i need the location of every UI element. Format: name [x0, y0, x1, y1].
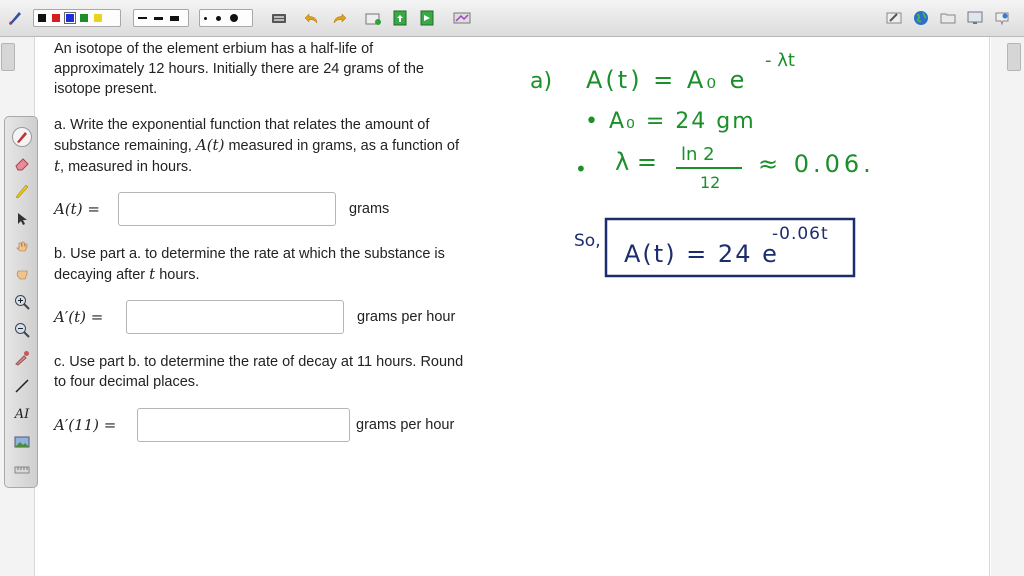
color-blue-swatch[interactable]: [64, 12, 76, 24]
part-a-prompt-text-2: measured in grams, as a function of: [228, 138, 459, 154]
eyedropper-icon[interactable]: [13, 349, 31, 367]
thick-line-option[interactable]: [170, 15, 179, 21]
hand-icon[interactable]: [13, 238, 31, 256]
color-picker-group: [33, 9, 121, 27]
question-intro: An isotope of the element erbium has a h…: [54, 41, 424, 97]
export-page-icon[interactable]: [419, 10, 435, 26]
highlighter-mode-icon[interactable]: [886, 10, 902, 26]
part-b-answer-row: A′(t) = grams per hour: [54, 300, 455, 334]
pen-tool-icon[interactable]: [6, 9, 24, 27]
left-page-scroll-tab[interactable]: [1, 43, 15, 71]
text-tool-icon[interactable]: AI: [13, 405, 31, 423]
part-a-function-variable: A(t): [195, 136, 225, 154]
part-a-answer-input[interactable]: [118, 192, 336, 226]
part-c-answer-row: A′(11) = grams per hour: [54, 408, 454, 442]
pointer-icon[interactable]: [13, 210, 31, 228]
small-dot-option[interactable]: [204, 16, 207, 20]
screen-icon[interactable]: [967, 10, 983, 26]
right-gutter: [991, 37, 1024, 576]
part-a-prompt-text-3: , measured in hours.: [60, 159, 193, 175]
keyboard-icon[interactable]: [271, 10, 287, 26]
web-icon[interactable]: [913, 10, 929, 26]
new-page-icon[interactable]: [365, 10, 381, 26]
color-green-swatch[interactable]: [80, 14, 88, 22]
color-yellow-swatch[interactable]: [94, 14, 102, 22]
part-a-unit: grams: [349, 201, 390, 217]
highlighter-icon[interactable]: [13, 182, 31, 200]
pen-icon[interactable]: [12, 127, 32, 147]
folder-icon[interactable]: [940, 10, 956, 26]
tool-palette: AI: [4, 116, 38, 488]
ruler-icon[interactable]: [13, 461, 31, 479]
undo-icon[interactable]: [304, 10, 320, 26]
line-width-group: [133, 9, 189, 27]
grab-icon[interactable]: [13, 265, 31, 283]
redo-icon[interactable]: [331, 10, 347, 26]
zoom-out-icon[interactable]: [13, 321, 31, 339]
part-b-unit: grams per hour: [357, 309, 456, 325]
right-page-scroll-tab[interactable]: [1007, 43, 1021, 71]
part-b-t-variable: t: [149, 265, 156, 283]
top-toolbar: [0, 0, 1024, 37]
part-b-prompt-text-2: hours.: [159, 267, 200, 283]
large-dot-option[interactable]: [230, 14, 238, 22]
part-b-answer-input[interactable]: [126, 300, 344, 334]
part-c-prompt: c. Use part b. to determine the rate of …: [54, 354, 464, 390]
part-c-answer-input[interactable]: [137, 408, 350, 442]
part-a-answer-row: A(t) = grams: [54, 192, 389, 226]
part-a-prompt: a. Write the exponential function that r…: [54, 115, 466, 177]
dot-size-group: [199, 9, 253, 27]
part-b-equation-lhs: A′(t) =: [54, 308, 104, 326]
insert-page-icon[interactable]: [392, 10, 408, 26]
zoom-in-icon[interactable]: [13, 293, 31, 311]
color-black-swatch[interactable]: [38, 14, 46, 22]
screen-capture-icon[interactable]: [453, 10, 471, 26]
part-b-prompt: b. Use part a. to determine the rate at …: [54, 244, 466, 285]
part-a-equation-lhs: A(t) =: [54, 200, 100, 218]
thin-line-option[interactable]: [138, 17, 147, 19]
medium-dot-option[interactable]: [216, 15, 221, 21]
settings-icon[interactable]: [994, 10, 1010, 26]
medium-line-option[interactable]: [154, 16, 163, 20]
part-c-unit: grams per hour: [356, 417, 455, 433]
part-b-prompt-text-1: b. Use part a. to determine the rate at …: [54, 246, 445, 283]
image-tool-icon[interactable]: [13, 433, 31, 451]
eraser-icon[interactable]: [13, 155, 31, 173]
line-icon[interactable]: [13, 377, 31, 395]
color-red-swatch[interactable]: [52, 14, 60, 22]
part-c-equation-lhs: A′(11) =: [54, 416, 117, 434]
